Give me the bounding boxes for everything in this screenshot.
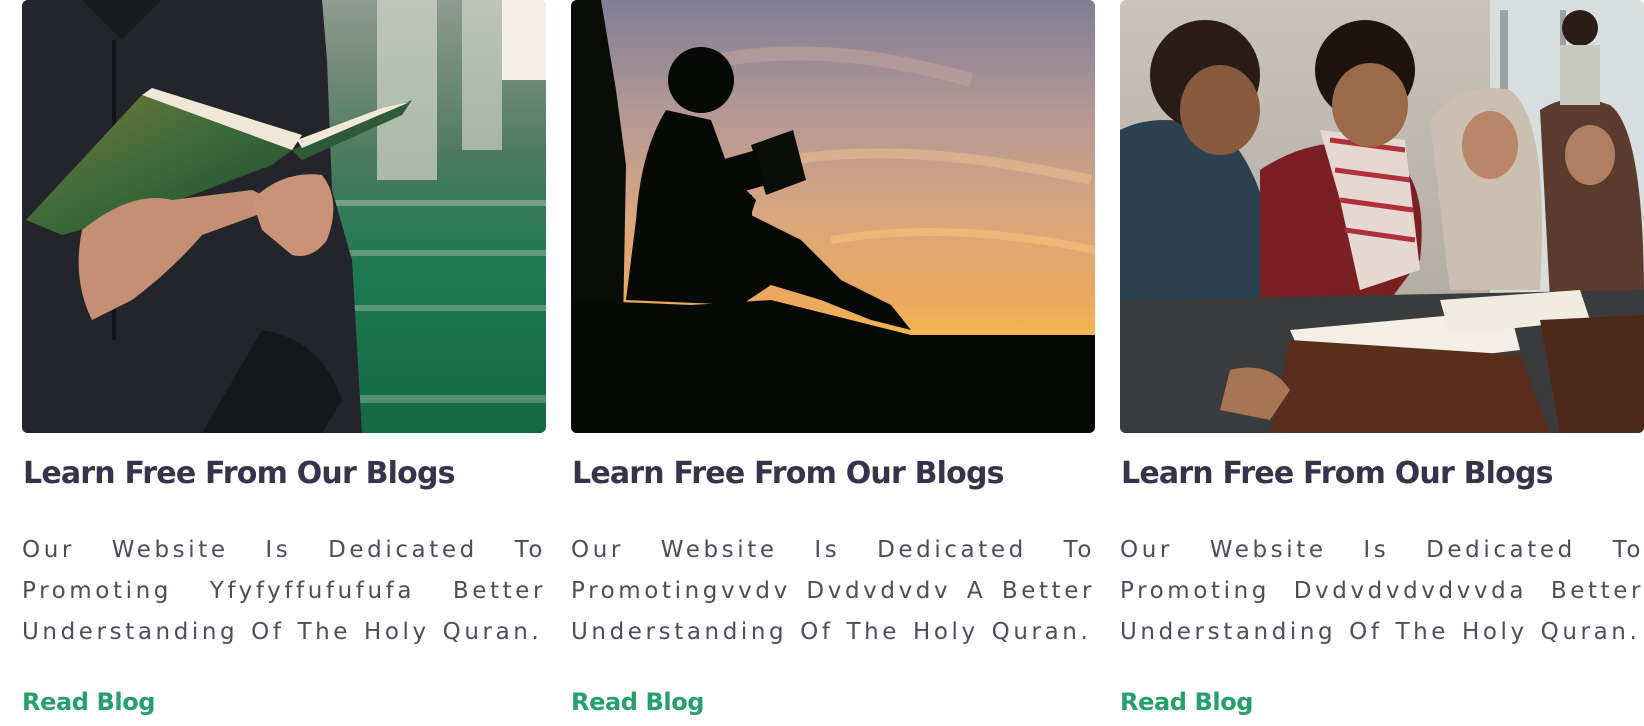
blog-card: Learn Free From Our Blogs Our Website Is… <box>22 0 546 726</box>
blog-card: Learn Free From Our Blogs Our Website Is… <box>571 0 1095 726</box>
blog-card-image[interactable] <box>571 0 1095 433</box>
blog-card-title: Learn Free From Our Blogs <box>23 456 455 491</box>
quran-reader-mosque-image <box>22 0 546 433</box>
blog-card: Learn Free From Our Blogs Our Website Is… <box>1120 0 1644 726</box>
blog-card-description: Our Website Is Dedicated To Promotingvvd… <box>571 537 1095 645</box>
blog-card-description: Our Website Is Dedicated To Promoting Yf… <box>22 537 546 645</box>
blog-card-title: Learn Free From Our Blogs <box>572 456 1004 491</box>
blog-card-title: Learn Free From Our Blogs <box>1121 456 1553 491</box>
blog-card-image[interactable] <box>1120 0 1644 433</box>
blog-card-description: Our Website Is Dedicated To Promoting Dv… <box>1120 537 1644 645</box>
blog-card-list: Learn Free From Our Blogs Our Website Is… <box>0 0 1644 726</box>
sunset-reading-silhouette-image <box>571 0 1095 433</box>
read-blog-link[interactable]: Read Blog <box>1120 688 1253 716</box>
read-blog-link[interactable]: Read Blog <box>22 688 155 716</box>
children-reading-quran-image <box>1120 0 1644 433</box>
blog-card-image[interactable] <box>22 0 546 433</box>
read-blog-link[interactable]: Read Blog <box>571 688 704 716</box>
